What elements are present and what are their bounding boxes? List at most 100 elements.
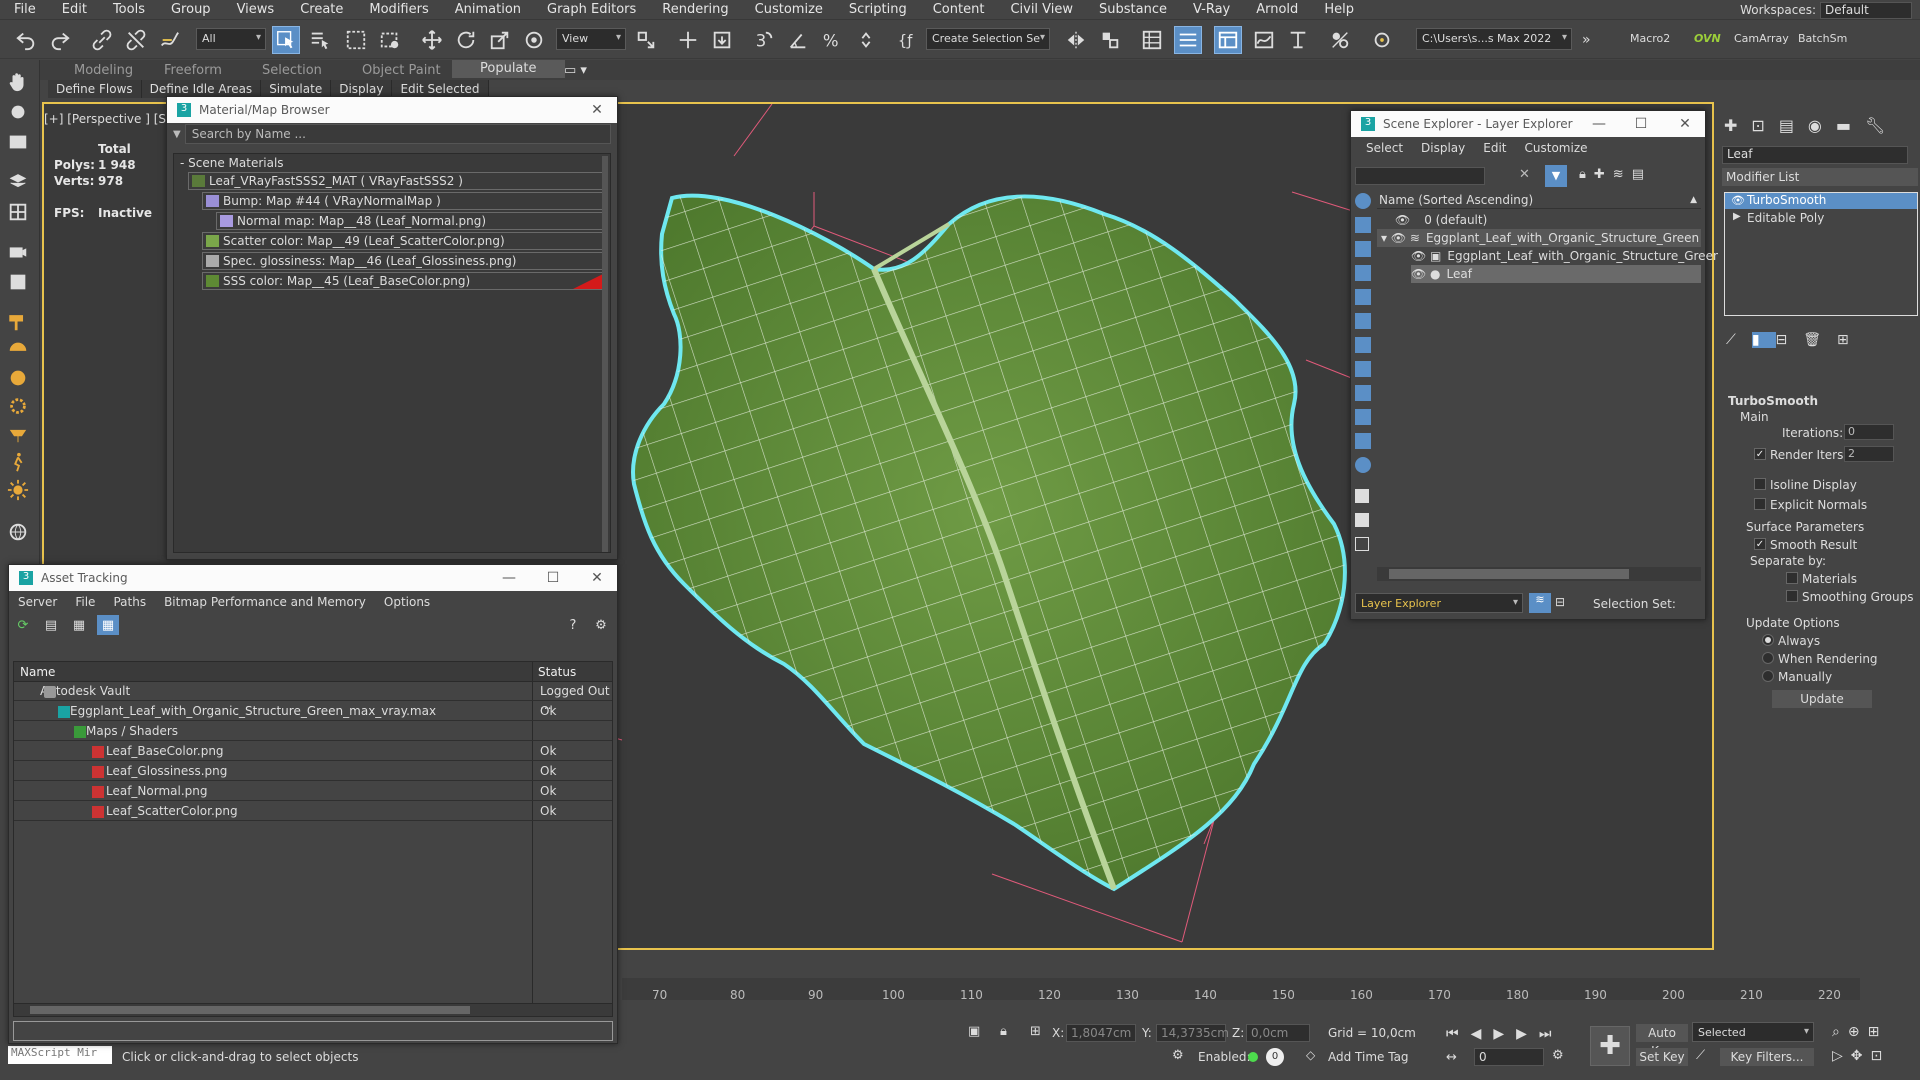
ovn-button[interactable]: OVN: [1694, 32, 1721, 45]
display-bones-icon[interactable]: [1355, 409, 1371, 425]
viewport-nav-controls-2[interactable]: ▷✥⊡: [1832, 1048, 1890, 1064]
select-manipulate-icon[interactable]: [674, 26, 702, 54]
auto-key-button[interactable]: Auto Key: [1636, 1024, 1688, 1058]
table-row[interactable]: Maps / Shaders: [14, 722, 612, 741]
project-path-dropdown[interactable]: C:\Users\s...s Max 2022: [1416, 28, 1572, 50]
display-shapes-icon[interactable]: [1355, 241, 1371, 257]
manually-radio[interactable]: [1762, 670, 1774, 682]
display-none-icon[interactable]: [1355, 193, 1371, 209]
add-time-tag[interactable]: Add Time Tag: [1328, 1050, 1409, 1064]
menu-civil-view[interactable]: Civil View: [997, 0, 1086, 20]
material-editor-icon[interactable]: [1326, 26, 1354, 54]
render-iters-checkbox[interactable]: ✓: [1754, 448, 1766, 460]
maxscript-listener[interactable]: MAXScript Mir: [8, 1046, 112, 1064]
grid-icon[interactable]: [4, 200, 32, 224]
rotate-icon[interactable]: [452, 26, 480, 54]
table-row[interactable]: Autodesk Vault Logged Out ...: [14, 682, 612, 712]
ribbon-tab-object-paint[interactable]: Object Paint: [362, 63, 441, 78]
command-panel-tabs[interactable]: ✚⊡▤◉▬🔧︎: [1724, 116, 1899, 135]
enabled-toggle-icon[interactable]: 0: [1266, 1048, 1284, 1066]
map-item[interactable]: Scatter color: Map__49 (Leaf_ScatterColo…: [202, 232, 606, 250]
mirror-icon[interactable]: [1062, 26, 1090, 54]
map-item[interactable]: Normal map: Map__48 (Leaf_Normal.png): [216, 212, 606, 230]
keyboard-shortcut-override-icon[interactable]: [708, 26, 736, 54]
display-xrefs-icon[interactable]: [1355, 385, 1371, 401]
menu-select[interactable]: Select: [1357, 141, 1412, 155]
menu-vray[interactable]: V-Ray: [1180, 0, 1243, 20]
materials-checkbox[interactable]: [1786, 572, 1798, 584]
scale-icon[interactable]: [486, 26, 514, 54]
stack-item-editable-poly[interactable]: Editable Poly: [1725, 211, 1917, 227]
menu-file[interactable]: File: [66, 595, 104, 609]
reference-coordinate-dropdown[interactable]: View: [556, 28, 626, 50]
asset-tracking-titlebar[interactable]: 3 Asset Tracking — ☐ ✕: [9, 565, 617, 591]
camera-icon[interactable]: [4, 240, 32, 264]
set-key-button[interactable]: Set Key: [1636, 1048, 1688, 1066]
macro2-button[interactable]: Macro2: [1630, 32, 1670, 45]
menu-views[interactable]: Views: [224, 0, 288, 20]
close-icon[interactable]: ✕: [577, 568, 617, 588]
help-icon[interactable]: ?: [563, 616, 583, 634]
smooth-result-checkbox[interactable]: ✓: [1754, 538, 1766, 550]
umbrella-icon[interactable]: [4, 338, 32, 362]
rect-selection-region-icon[interactable]: [342, 26, 370, 54]
named-selection-sets-dropdown[interactable]: Create Selection Se: [926, 28, 1050, 50]
adaptive-degradation-icon[interactable]: ⚙: [1172, 1048, 1184, 1063]
object-name-field[interactable]: Leaf: [1722, 146, 1908, 164]
table-view-icon[interactable]: ▦: [97, 615, 119, 635]
isolate-icon[interactable]: ▣: [968, 1024, 980, 1039]
render-iters-spinner[interactable]: 2: [1844, 446, 1894, 462]
filter-icon[interactable]: ▼: [1545, 165, 1567, 187]
explicit-normals-checkbox[interactable]: [1754, 498, 1766, 510]
ribbon-options-icon[interactable]: ▭ ▾: [564, 63, 587, 78]
display-helpers-icon[interactable]: [1355, 313, 1371, 329]
menu-scripting[interactable]: Scripting: [836, 0, 920, 20]
horizontal-scrollbar[interactable]: [13, 1003, 613, 1017]
col-status-header[interactable]: Status: [538, 665, 576, 679]
menu-content[interactable]: Content: [920, 0, 998, 20]
display-cameras-icon[interactable]: [1355, 289, 1371, 305]
walk-icon[interactable]: [4, 450, 32, 474]
ribbon-tab-freeform[interactable]: Freeform: [164, 63, 222, 78]
toggle-ribbon-icon[interactable]: [1214, 26, 1242, 54]
ribbon-tab-modeling[interactable]: Modeling: [74, 63, 133, 78]
menu-server[interactable]: Server: [9, 595, 66, 609]
move-icon[interactable]: [418, 26, 446, 54]
pivot-center-icon[interactable]: [632, 26, 660, 54]
menu-modifiers[interactable]: Modifiers: [356, 0, 441, 20]
object-row[interactable]: 👁︎ ▣ Eggplant_Leaf_with_Organic_Structure…: [1411, 247, 1721, 265]
spinner-snap-icon[interactable]: [852, 26, 880, 54]
key-selection-dropdown[interactable]: Selected: [1692, 1022, 1814, 1042]
display-spacewarps-icon[interactable]: [1355, 337, 1371, 353]
viewport-nav-controls[interactable]: ⌕⊕⊞: [1832, 1024, 1887, 1040]
menu-graph-editors[interactable]: Graph Editors: [534, 0, 649, 20]
menu-tools[interactable]: Tools: [100, 0, 158, 20]
display-all-icon[interactable]: [1355, 489, 1369, 503]
close-icon[interactable]: ✕: [1665, 114, 1705, 134]
menu-display[interactable]: Display: [1412, 141, 1474, 155]
map-item[interactable]: Spec. glossiness: Map__46 (Leaf_Glossine…: [202, 252, 606, 270]
material-list-scrollbar[interactable]: [602, 156, 608, 552]
selection-filter-dropdown[interactable]: All: [196, 28, 266, 50]
place-icon[interactable]: [520, 26, 548, 54]
explorer-tools-icons[interactable]: 🔒︎✚≋▤: [1579, 167, 1652, 182]
hierarchy-mode-icon[interactable]: ⊟: [1555, 595, 1565, 609]
menu-options[interactable]: Options: [375, 595, 439, 609]
update-button[interactable]: Update: [1772, 690, 1872, 708]
playback-controls[interactable]: ⏮◀▶▶⏭: [1446, 1026, 1564, 1042]
lock-icon[interactable]: 🔒︎: [1000, 1024, 1007, 1039]
gear-icon[interactable]: [4, 394, 32, 418]
more-chevron-icon[interactable]: »: [1582, 32, 1591, 48]
sun-icon[interactable]: [4, 478, 32, 502]
isoline-display-checkbox[interactable]: [1754, 478, 1766, 490]
menu-edit[interactable]: Edit: [1474, 141, 1515, 155]
menu-customize[interactable]: Customize: [742, 0, 836, 20]
workspaces-dropdown[interactable]: Default: [1820, 2, 1912, 19]
scene-explorer-titlebar[interactable]: 3 Scene Explorer - Layer Explorer — ☐ ✕: [1351, 111, 1705, 137]
set-keys-icon[interactable]: ✚: [1590, 1026, 1630, 1066]
edit-named-selection-icon[interactable]: {ƒ: [894, 26, 922, 54]
scene-materials-header[interactable]: - Scene Materials: [180, 156, 284, 170]
sphere-icon[interactable]: [4, 366, 32, 390]
menu-file[interactable]: File: [0, 0, 49, 20]
map-item[interactable]: Bump: Map #44 ( VRayNormalMap ): [202, 192, 606, 210]
